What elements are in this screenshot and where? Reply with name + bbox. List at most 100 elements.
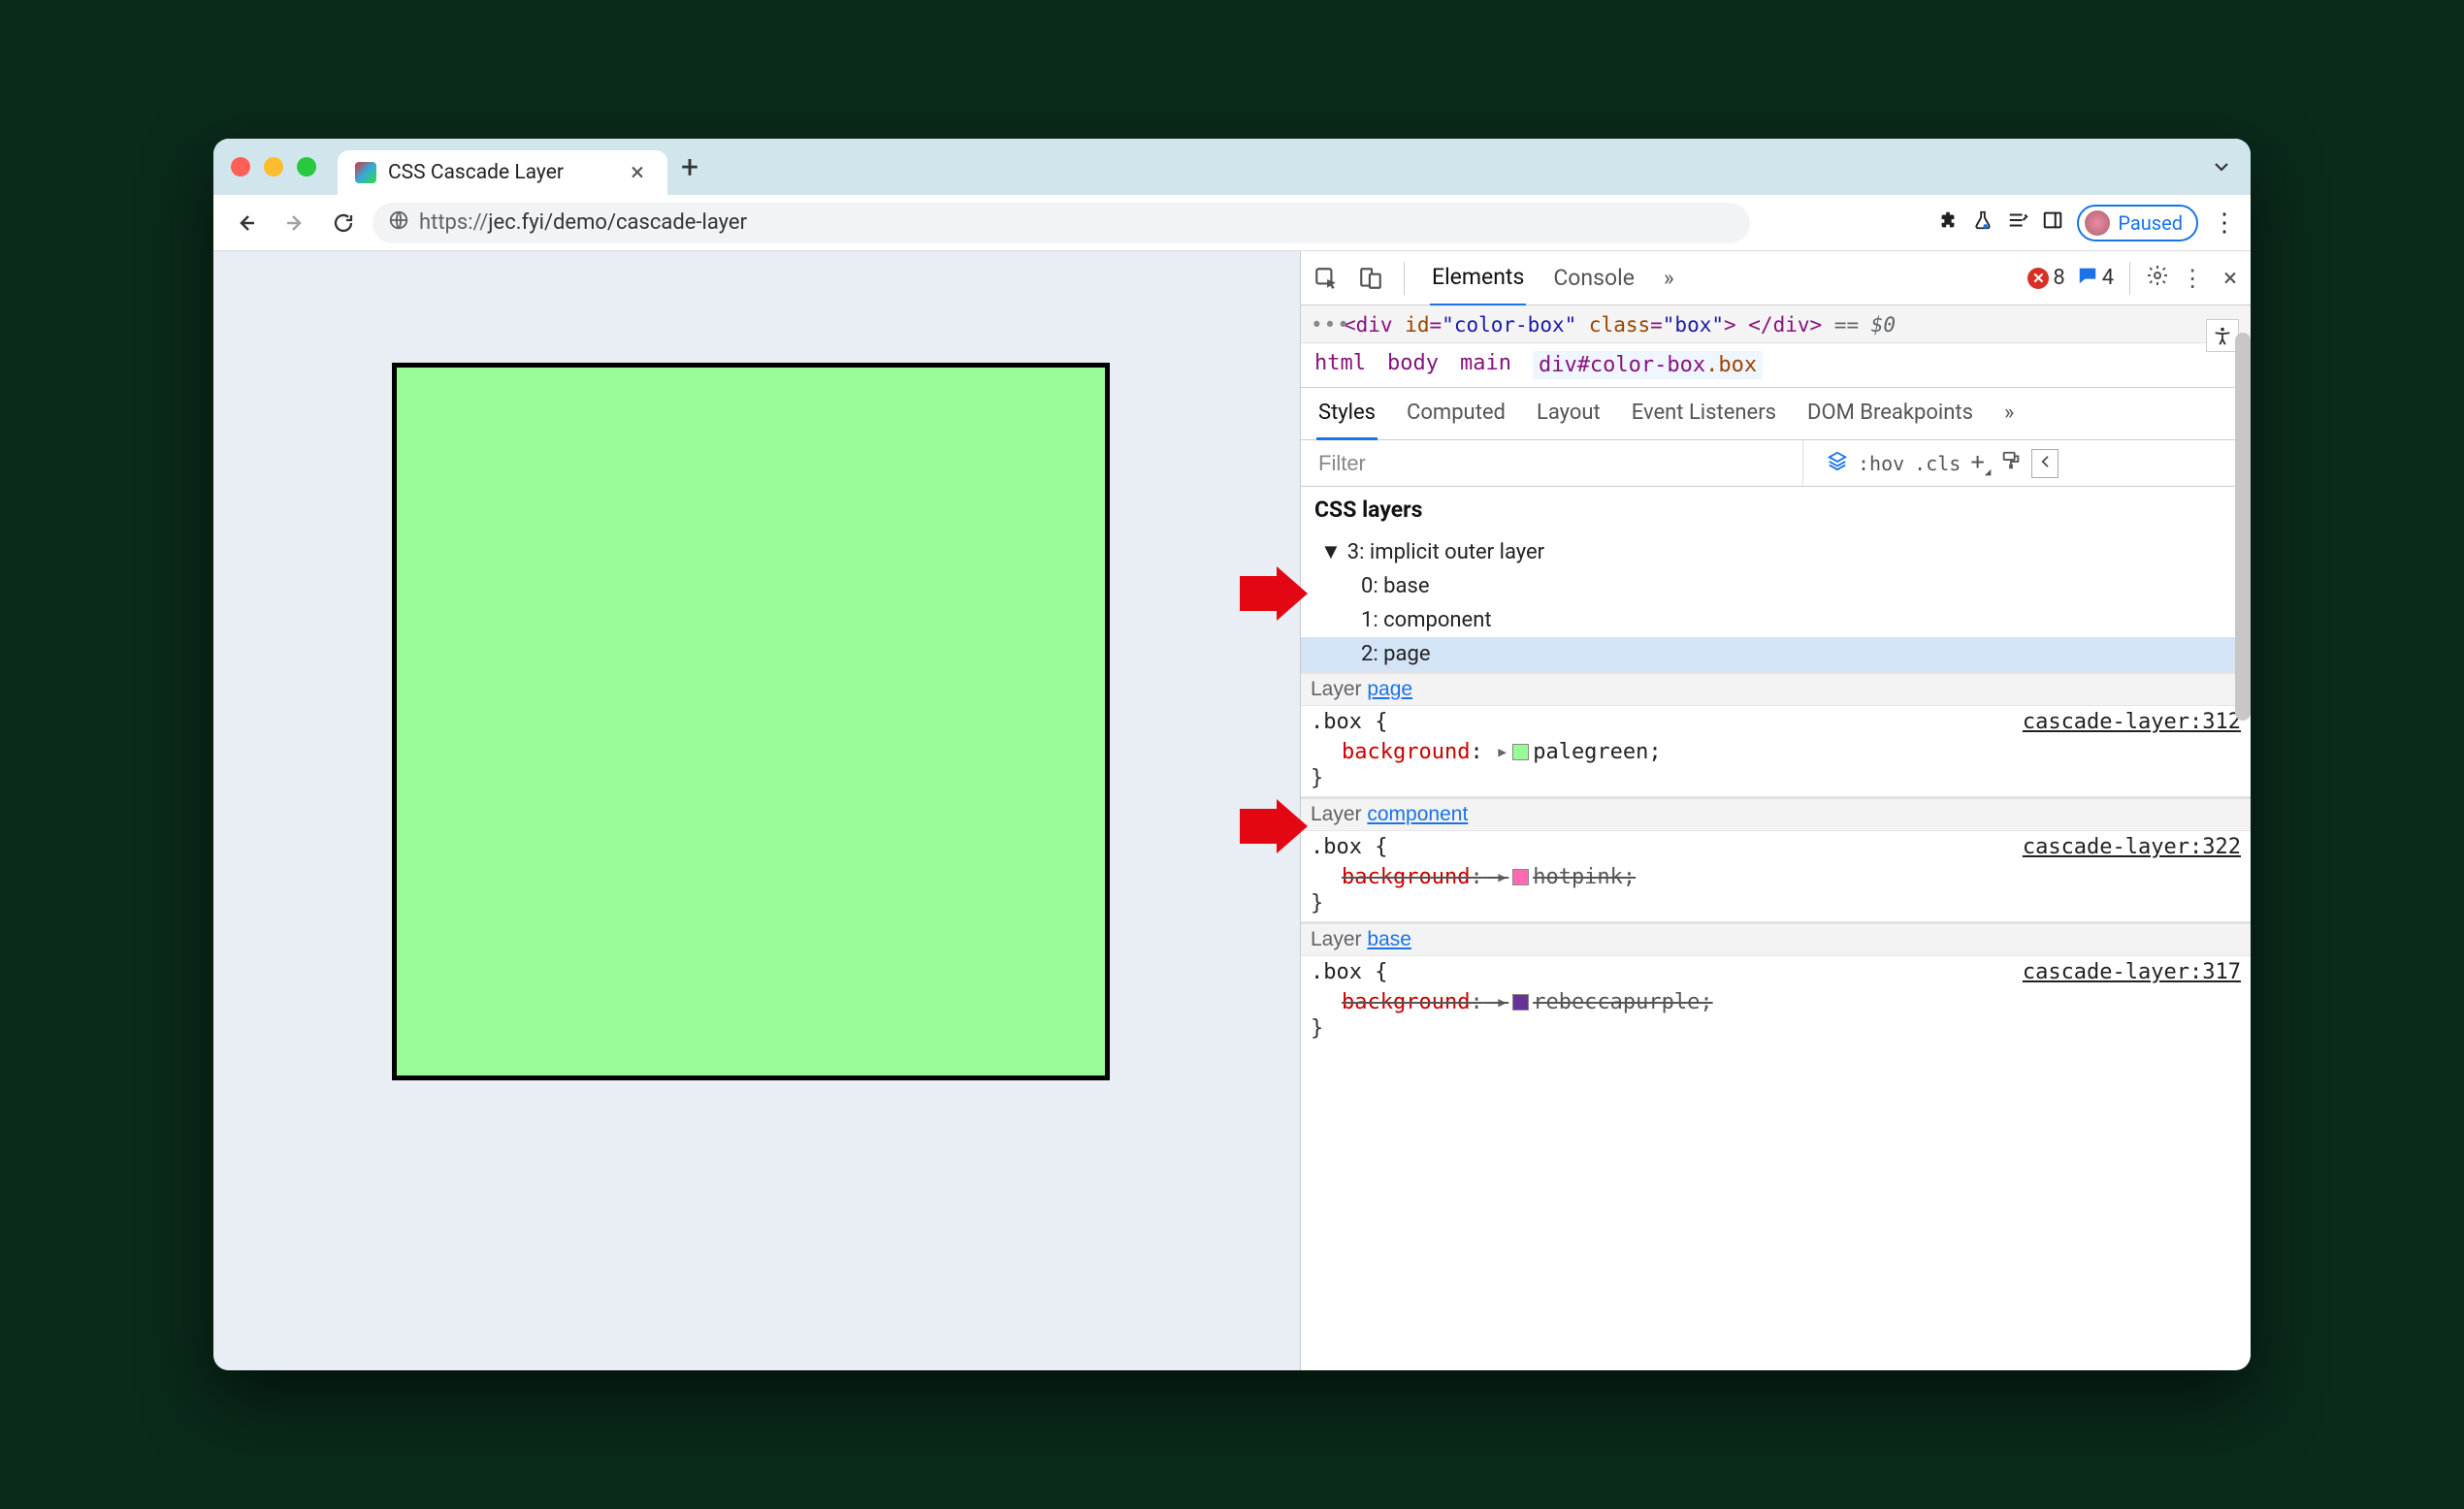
- styles-filter-input[interactable]: [1309, 440, 1803, 486]
- css-layers-section: CSS layers ▼3: implicit outer layer 0: b…: [1301, 487, 2251, 673]
- style-rules: Layer page .box { cascade-layer:312 backgro…: [1301, 673, 2251, 1046]
- tab-more[interactable]: »: [1662, 251, 1676, 305]
- crumb-html[interactable]: html: [1314, 351, 1366, 379]
- rule-close-brace: }: [1301, 766, 2251, 796]
- subtab-event-listeners[interactable]: Event Listeners: [1630, 388, 1778, 440]
- css-selector[interactable]: .box {: [1311, 835, 1387, 859]
- globe-icon: [388, 209, 409, 237]
- devtools-header: Elements Console » ✕ 8 4: [1301, 251, 2251, 305]
- message-icon: [2077, 265, 2098, 292]
- layer-link[interactable]: page: [1367, 678, 1412, 700]
- layer-component[interactable]: 1: component: [1314, 603, 2237, 637]
- computed-toggle-icon[interactable]: [2031, 449, 2059, 478]
- devtools-close-button[interactable]: ×: [2216, 264, 2245, 293]
- panel-icon[interactable]: [2042, 209, 2063, 237]
- rule-source-link[interactable]: cascade-layer:317: [2023, 960, 2241, 984]
- favicon: [355, 162, 376, 183]
- browser-window: CSS Cascade Layer × + https://jec.fyi/de…: [213, 139, 2251, 1370]
- flask-icon[interactable]: [1972, 209, 1994, 237]
- dom-node-line[interactable]: ••• <div id="color-box" class="box"> </d…: [1301, 305, 2251, 343]
- tab-console[interactable]: Console: [1551, 251, 1637, 305]
- close-tab-button[interactable]: ×: [625, 158, 650, 187]
- browser-toolbar: https://jec.fyi/demo/cascade-layer Pause…: [213, 195, 2251, 251]
- style-rule-block: Layer base .box { cascade-layer:317 backgro…: [1301, 921, 2251, 1046]
- layer-link[interactable]: base: [1367, 928, 1411, 950]
- dom-breadcrumb[interactable]: html body main div#color-box.box: [1301, 343, 2251, 388]
- color-box: [392, 363, 1110, 1080]
- message-count[interactable]: 4: [2077, 265, 2114, 292]
- settings-icon[interactable]: [2146, 264, 2169, 293]
- crumb-main[interactable]: main: [1460, 351, 1511, 379]
- kebab-menu-icon[interactable]: ⋮: [2212, 209, 2237, 238]
- page-viewport: [213, 251, 1300, 1370]
- scrollbar[interactable]: [2235, 333, 2251, 721]
- traffic-lights: [231, 157, 316, 177]
- layer-root[interactable]: ▼3: implicit outer layer: [1314, 534, 2237, 569]
- subtab-computed[interactable]: Computed: [1405, 388, 1508, 440]
- devtools-tabs: Elements Console »: [1430, 250, 1676, 306]
- tab-title: CSS Cascade Layer: [388, 161, 613, 184]
- device-toggle-icon[interactable]: [1351, 259, 1390, 298]
- css-declaration[interactable]: background: ▸rebeccapurple;: [1301, 988, 2251, 1016]
- extensions-icon[interactable]: [1937, 209, 1959, 237]
- inspect-element-icon[interactable]: [1307, 259, 1345, 298]
- styles-subpanel-header: Styles Computed Layout Event Listeners D…: [1301, 388, 2251, 440]
- style-rule-block: Layer page .box { cascade-layer:312 backgro…: [1301, 673, 2251, 796]
- annotation-arrow-2: [1240, 799, 1308, 853]
- rule-source-link[interactable]: cascade-layer:312: [2023, 710, 2241, 734]
- rule-close-brace: }: [1301, 1016, 2251, 1046]
- devtools-kebab-icon[interactable]: ⋮: [2181, 265, 2204, 292]
- hov-button[interactable]: :hov: [1858, 452, 1904, 475]
- rule-source-link[interactable]: cascade-layer:322: [2023, 835, 2241, 859]
- layer-tree: ▼3: implicit outer layer 0: base 1: comp…: [1314, 534, 2237, 671]
- accessibility-icon[interactable]: [2206, 319, 2239, 352]
- layers-toggle-icon[interactable]: [1827, 450, 1848, 476]
- browser-tab[interactable]: CSS Cascade Layer ×: [338, 150, 667, 195]
- avatar: [2085, 210, 2110, 236]
- css-layers-title: CSS layers: [1314, 497, 2237, 523]
- layer-link[interactable]: component: [1367, 803, 1468, 825]
- back-button[interactable]: [227, 204, 266, 242]
- chevron-down-icon[interactable]: [2210, 155, 2233, 178]
- reading-list-icon[interactable]: [2007, 209, 2028, 237]
- new-tab-button[interactable]: +: [681, 148, 698, 185]
- titlebar: CSS Cascade Layer × +: [213, 139, 2251, 195]
- tab-elements[interactable]: Elements: [1430, 250, 1526, 306]
- css-declaration[interactable]: background: ▸palegreen;: [1301, 738, 2251, 766]
- error-icon: ✕: [2027, 268, 2049, 289]
- subtab-styles[interactable]: Styles: [1316, 388, 1378, 440]
- style-rule-block: Layer component .box { cascade-layer:322 ba…: [1301, 796, 2251, 921]
- css-selector[interactable]: .box {: [1311, 960, 1387, 984]
- address-bar[interactable]: https://jec.fyi/demo/cascade-layer: [373, 203, 1750, 243]
- layer-base[interactable]: 0: base: [1314, 569, 2237, 603]
- cls-button[interactable]: .cls: [1914, 452, 1961, 475]
- close-window-button[interactable]: [231, 157, 250, 177]
- profile-paused-badge[interactable]: Paused: [2077, 205, 2198, 241]
- rule-close-brace: }: [1301, 891, 2251, 921]
- styles-filter-bar: :hov .cls +◢: [1301, 440, 2251, 487]
- zoom-window-button[interactable]: [297, 157, 316, 177]
- crumb-body[interactable]: body: [1387, 351, 1439, 379]
- subtab-dom-breakpoints[interactable]: DOM Breakpoints: [1805, 388, 1975, 440]
- layer-label: Layer component: [1301, 799, 2251, 831]
- css-declaration[interactable]: background: ▸hotpink;: [1301, 863, 2251, 891]
- css-selector[interactable]: .box {: [1311, 710, 1387, 734]
- devtools-panel: Elements Console » ✕ 8 4: [1300, 251, 2251, 1370]
- minimize-window-button[interactable]: [264, 157, 283, 177]
- content-area: Elements Console » ✕ 8 4: [213, 251, 2251, 1370]
- paused-label: Paused: [2118, 211, 2183, 235]
- dom-more-icon[interactable]: •••: [1311, 313, 1350, 337]
- layer-page-selected[interactable]: 2: page: [1301, 637, 2251, 671]
- annotation-arrow-1: [1240, 566, 1308, 621]
- paint-icon[interactable]: [2000, 450, 2022, 476]
- error-count[interactable]: ✕ 8: [2027, 266, 2064, 290]
- crumb-selected[interactable]: div#color-box.box: [1533, 351, 1763, 379]
- forward-button[interactable]: [276, 204, 314, 242]
- subtab-layout[interactable]: Layout: [1535, 388, 1603, 440]
- subtab-more[interactable]: »: [2002, 388, 2016, 440]
- layer-label: Layer page: [1301, 674, 2251, 706]
- reload-button[interactable]: [324, 204, 363, 242]
- new-style-rule-button[interactable]: +◢: [1970, 448, 1991, 478]
- layer-label: Layer base: [1301, 924, 2251, 956]
- url-text: https://jec.fyi/demo/cascade-layer: [419, 210, 747, 235]
